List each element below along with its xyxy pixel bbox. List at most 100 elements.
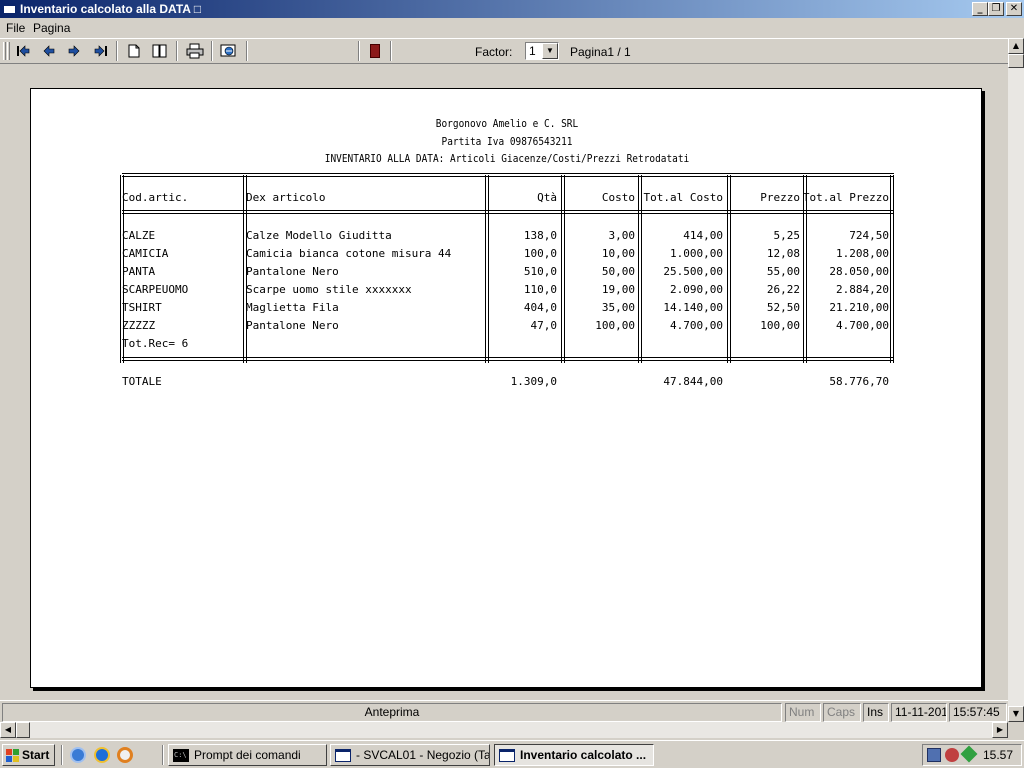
cell-description: Calze Modello Giuditta <box>246 229 392 242</box>
cell-code: PANTA <box>122 265 156 278</box>
toolbar-separator <box>246 41 248 61</box>
scroll-down-button[interactable]: ▼ <box>1008 706 1024 722</box>
cell-description: Scarpe uomo stile xxxxxxx <box>246 283 412 296</box>
status-bar: Anteprima Num Caps Ins 11-11-2015 15:57:… <box>0 700 1008 722</box>
cell-total-price: 724,50 <box>849 229 889 242</box>
task-inventario[interactable]: Inventario calcolato ... <box>494 744 654 766</box>
record-count: Tot.Rec= 6 <box>122 337 189 350</box>
status-time: 15:57:45 <box>949 703 1007 722</box>
cell-total-price: 2.884,20 <box>836 283 889 296</box>
scroll-thumb[interactable] <box>1008 54 1024 68</box>
media-player-icon[interactable] <box>117 747 133 763</box>
preview-toolbar: Factor: 1 ▼ Pagina1 / 1 <box>0 38 1008 64</box>
column-header-qty: Qtà <box>537 191 557 204</box>
cell-qty: 510,0 <box>523 265 557 278</box>
cell-qty: 404,0 <box>523 301 557 314</box>
minimize-button[interactable]: _ <box>972 2 988 16</box>
taskbar-separator <box>61 745 63 765</box>
cell-total-cost: 25.500,00 <box>663 265 723 278</box>
cell-total-price: 28.050,00 <box>829 265 889 278</box>
total-label: TOTALE <box>122 375 162 388</box>
cell-description: Maglietta Fila <box>246 301 339 314</box>
single-page-icon[interactable] <box>123 41 145 61</box>
cell-cost: 3,00 <box>608 229 636 242</box>
internet-explorer-icon[interactable] <box>94 747 110 763</box>
taskbar-separator <box>162 745 164 765</box>
status-date: 11-11-2015 <box>891 703 947 722</box>
window-title: Inventario calcolato alla DATA □ <box>20 2 202 16</box>
cell-price: 26,22 <box>766 283 800 296</box>
restore-button[interactable]: ❐ <box>988 2 1004 16</box>
cell-price: 52,50 <box>766 301 800 314</box>
status-ins: Ins <box>863 703 889 722</box>
cell-qty: 110,0 <box>523 283 557 296</box>
scroll-left-button[interactable]: ◀ <box>0 722 16 738</box>
menu-pagina[interactable]: Pagina <box>33 21 70 35</box>
cell-total-price: 1.208,00 <box>836 247 889 260</box>
vertical-scrollbar[interactable]: ▲ ▼ <box>1008 38 1024 722</box>
factor-label: Factor: <box>475 45 513 59</box>
task-svcal01[interactable]: - SVCAL01 - Negozio (Ta... <box>330 744 490 766</box>
scroll-right-button[interactable]: ▶ <box>992 722 1008 738</box>
cell-cost: 100,00 <box>595 319 635 332</box>
show-desktop-icon[interactable] <box>70 747 86 763</box>
horizontal-scrollbar[interactable]: ◀ ▶ <box>0 722 1008 738</box>
prev-page-icon[interactable] <box>38 41 60 61</box>
factor-select[interactable]: 1 ▼ <box>525 42 559 60</box>
column-header-price: Prezzo <box>760 191 800 204</box>
close-button[interactable]: ✕ <box>1006 2 1022 16</box>
menu-bar: File Pagina <box>0 18 1024 38</box>
cell-cost: 35,00 <box>601 301 635 314</box>
start-label: Start <box>22 748 50 762</box>
table-column-divider <box>485 175 489 363</box>
security-icon[interactable] <box>945 748 959 762</box>
start-button[interactable]: Start <box>2 744 55 766</box>
taskbar: Start C:\ Prompt dei comandi - SVCAL01 -… <box>0 740 1024 768</box>
two-pages-icon[interactable] <box>149 41 171 61</box>
print-icon[interactable] <box>184 41 206 61</box>
cell-total-cost: 2.090,00 <box>670 283 723 296</box>
scroll-up-button[interactable]: ▲ <box>1008 38 1024 54</box>
cell-cost: 19,00 <box>601 283 635 296</box>
preview-area: Borgonovo Amelio e C. SRL Partita Iva 09… <box>0 64 1008 700</box>
app-icon[interactable] <box>3 3 16 14</box>
exit-door-icon[interactable] <box>364 41 386 61</box>
menu-file[interactable]: File <box>6 21 25 35</box>
update-icon[interactable] <box>960 745 978 763</box>
table-column-divider <box>890 175 894 363</box>
task-label: Inventario calcolato ... <box>520 748 647 762</box>
last-page-icon[interactable] <box>90 41 112 61</box>
chevron-down-icon[interactable]: ▼ <box>542 43 558 59</box>
export-icon[interactable] <box>218 41 240 61</box>
cell-total-cost: 4.700,00 <box>670 319 723 332</box>
total-qty: 1.309,0 <box>510 375 557 388</box>
report-page: Borgonovo Amelio e C. SRL Partita Iva 09… <box>30 88 982 688</box>
next-page-icon[interactable] <box>63 41 85 61</box>
page-indicator: Pagina1 / 1 <box>570 45 631 59</box>
report-company: Borgonovo Amelio e C. SRL <box>435 117 579 130</box>
cell-description: Pantalone Nero <box>246 319 339 332</box>
cell-code: TSHIRT <box>122 301 162 314</box>
cell-code: ZZZZZ <box>122 319 156 332</box>
cell-code: CALZE <box>122 229 156 242</box>
toolbar-grip[interactable] <box>7 42 10 60</box>
cell-total-cost: 14.140,00 <box>663 301 723 314</box>
toolbar-grip[interactable] <box>3 42 6 60</box>
window-icon <box>335 748 351 762</box>
total-cost: 47.844,00 <box>663 375 723 388</box>
cell-total-cost: 414,00 <box>683 229 723 242</box>
table-column-divider <box>561 175 565 363</box>
title-bar[interactable]: Inventario calcolato alla DATA □ _ ❐ ✕ <box>0 0 1024 18</box>
cell-cost: 10,00 <box>601 247 635 260</box>
scroll-thumb[interactable] <box>16 722 30 738</box>
cell-total-price: 21.210,00 <box>829 301 889 314</box>
task-command-prompt[interactable]: C:\ Prompt dei comandi <box>168 744 327 766</box>
table-rule <box>122 210 894 214</box>
network-icon[interactable] <box>927 748 941 762</box>
report-heading: INVENTARIO ALLA DATA: Articoli Giacenze/… <box>324 152 690 165</box>
first-page-icon[interactable] <box>12 41 34 61</box>
cell-description: Pantalone Nero <box>246 265 339 278</box>
window-icon <box>499 748 515 762</box>
column-header-cost: Costo <box>601 191 635 204</box>
cell-price: 5,25 <box>773 229 801 242</box>
